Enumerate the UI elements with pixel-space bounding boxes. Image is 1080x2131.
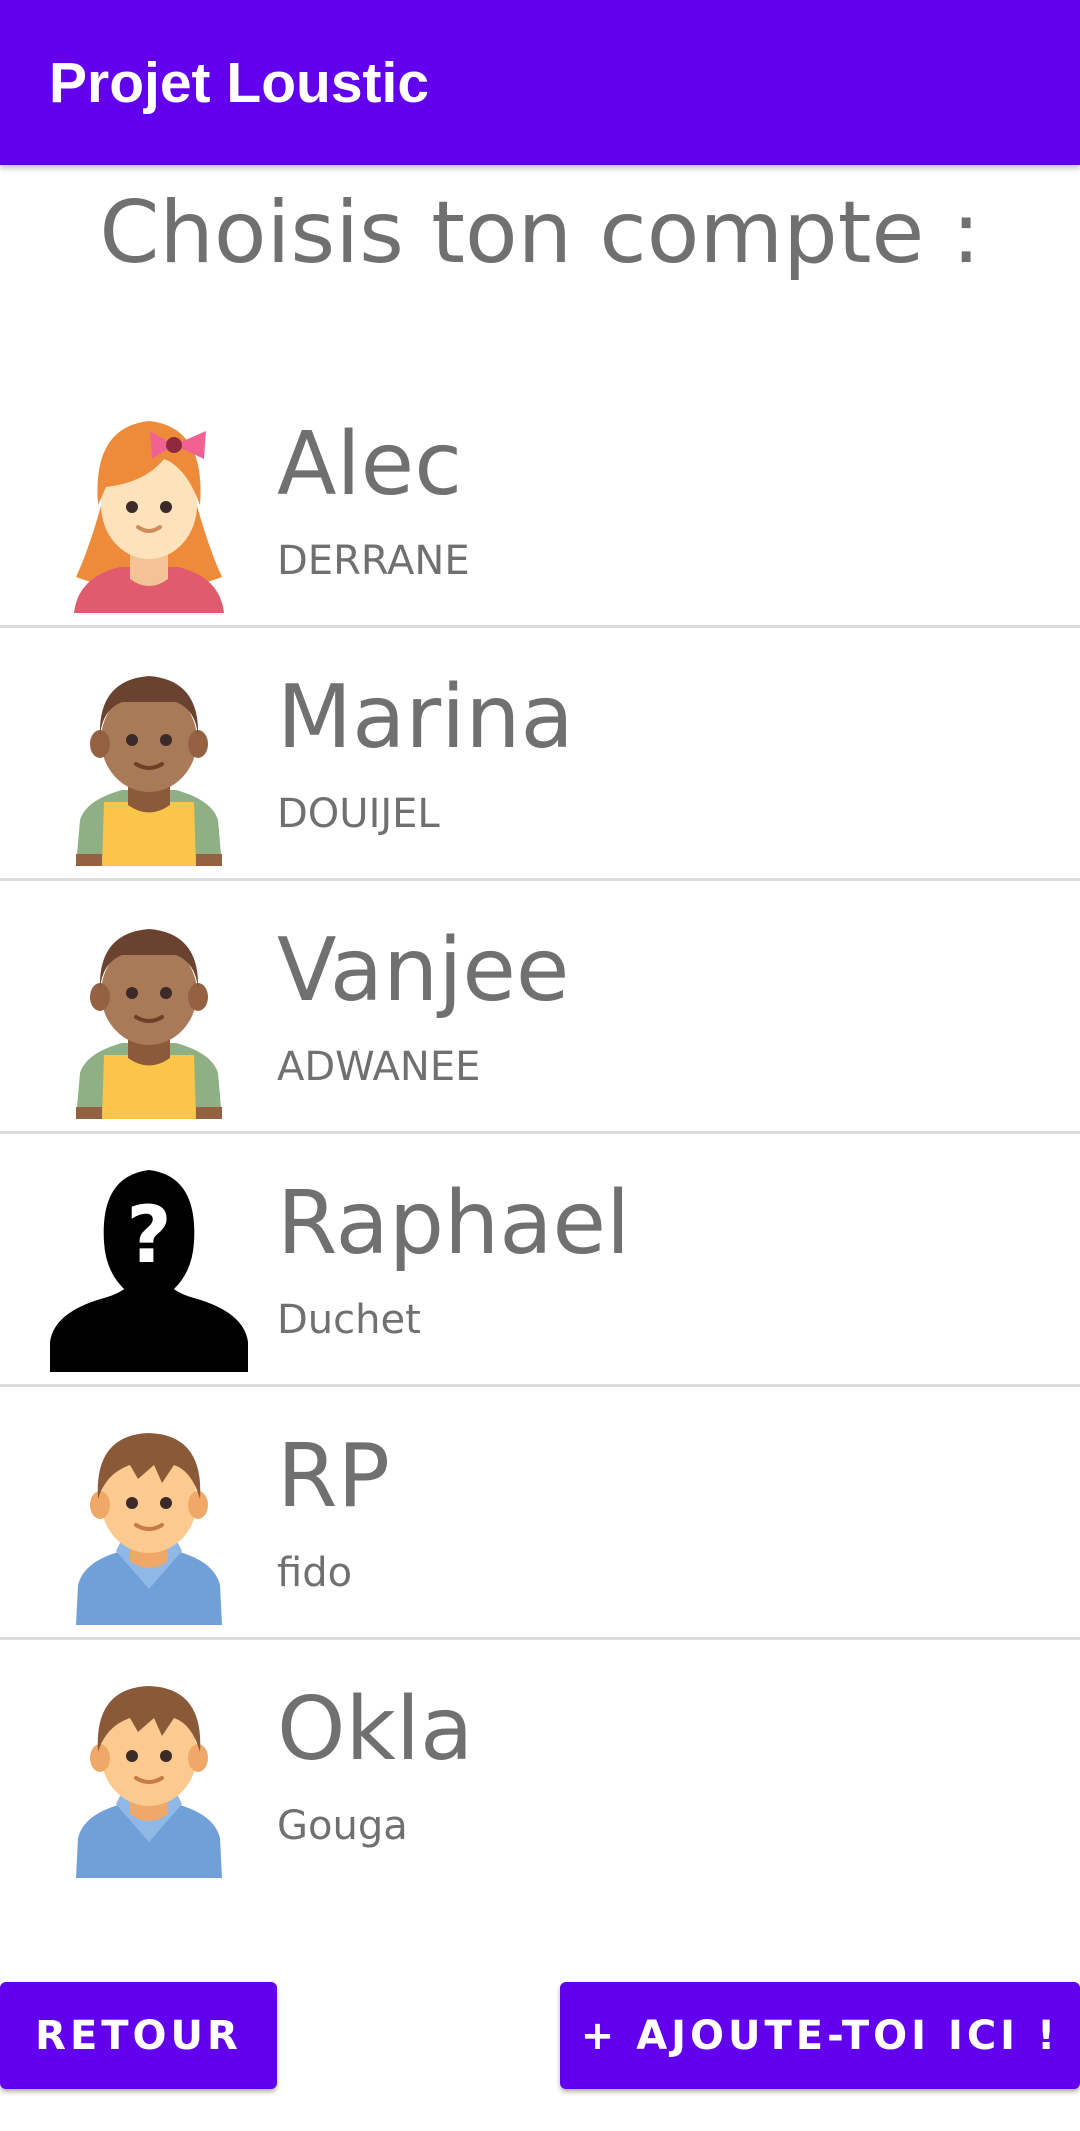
boy-dark-avatar-icon — [46, 893, 252, 1119]
account-first-name: RP — [277, 1425, 390, 1527]
account-first-name: Vanjee — [277, 919, 570, 1021]
account-item-rp[interactable]: RP fido — [0, 1387, 1080, 1640]
account-item-vanjee[interactable]: Vanjee ADWANEE — [0, 881, 1080, 1134]
unknown-user-icon: ? — [46, 1146, 252, 1372]
account-item-okla[interactable]: Okla Gouga — [0, 1640, 1080, 1893]
app-bar: Projet Loustic — [0, 0, 1080, 165]
add-account-button[interactable]: + AJOUTE-TOI ICI ! — [560, 1982, 1080, 2089]
account-item-raphael[interactable]: ? Raphael Duchet — [0, 1134, 1080, 1387]
svg-text:?: ? — [126, 1191, 171, 1281]
account-last-name: Duchet — [277, 1297, 421, 1343]
page-heading: Choisis ton compte : — [99, 183, 981, 283]
account-first-name: Alec — [277, 413, 463, 515]
account-first-name: Okla — [277, 1678, 474, 1780]
account-last-name: fido — [277, 1550, 353, 1596]
girl-avatar-icon — [46, 387, 252, 613]
account-last-name: DERRANE — [277, 538, 470, 584]
account-last-name: Gouga — [277, 1803, 408, 1849]
account-list: Alec DERRANE Marina DOUIJEL Vanjee ADWAN… — [0, 375, 1080, 1893]
boy-light-avatar-icon — [46, 1399, 252, 1625]
account-first-name: Marina — [277, 666, 574, 768]
boy-light-avatar-icon — [46, 1652, 252, 1878]
account-last-name: ADWANEE — [277, 1044, 481, 1090]
account-item-alec[interactable]: Alec DERRANE — [0, 375, 1080, 628]
back-button[interactable]: RETOUR — [0, 1982, 277, 2089]
boy-dark-avatar-icon — [46, 640, 252, 866]
account-item-marina[interactable]: Marina DOUIJEL — [0, 628, 1080, 881]
app-title: Projet Loustic — [49, 51, 430, 115]
account-last-name: DOUIJEL — [277, 791, 440, 837]
account-first-name: Raphael — [277, 1172, 631, 1274]
